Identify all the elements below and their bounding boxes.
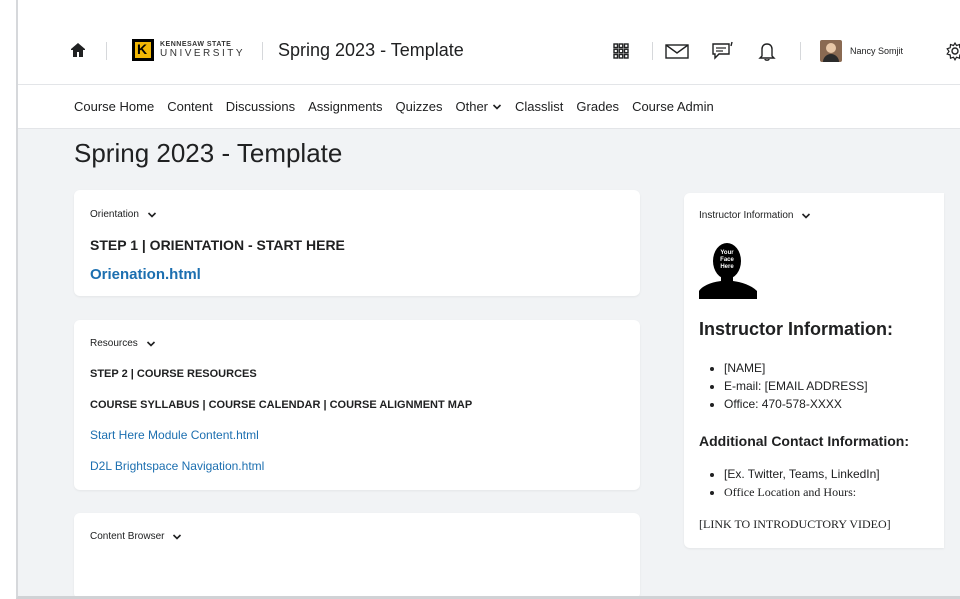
placeholder-text-2: Face <box>720 257 734 263</box>
step-heading: STEP 1 | ORIENTATION - START HERE <box>90 237 345 253</box>
chevron-down-icon <box>802 212 811 219</box>
divider <box>106 42 107 60</box>
instructor-photo-placeholder: Your Face Here <box>699 243 757 299</box>
ksu-logo-icon <box>132 39 154 61</box>
instructor-widget-header[interactable]: Instructor Information <box>699 210 811 221</box>
nav-quizzes[interactable]: Quizzes <box>396 99 443 114</box>
orientation-widget-header[interactable]: Orientation <box>90 209 157 220</box>
list-item: Office: 470-578-XXXX <box>724 397 868 411</box>
chevron-down-icon <box>147 211 156 218</box>
user-name: Nancy Somjit <box>850 46 904 56</box>
list-item: [Ex. Twitter, Teams, LinkedIn] <box>724 467 880 481</box>
nav-grades[interactable]: Grades <box>576 99 619 114</box>
content-browser-widget: Content Browser <box>74 513 640 596</box>
course-navbar: Course Home Content Discussions Assignme… <box>18 85 960 129</box>
nav-classlist[interactable]: Classlist <box>515 99 563 114</box>
instructor-widget: Instructor Information Your Face Here In… <box>684 193 944 548</box>
university-logo[interactable]: KENNESAW STATE UNIVERSITY <box>132 37 252 63</box>
nav-discussions[interactable]: Discussions <box>226 99 295 114</box>
additional-contact-list: [Ex. Twitter, Teams, LinkedIn] Office Lo… <box>724 467 880 504</box>
placeholder-text-1: Your <box>720 250 734 256</box>
list-item: [NAME] <box>724 361 868 375</box>
nav-course-home[interactable]: Course Home <box>74 99 154 114</box>
orientation-widget: Orientation STEP 1 | ORIENTATION - START… <box>74 190 640 296</box>
instructor-details-list: [NAME] E-mail: [EMAIL ADDRESS] Office: 4… <box>724 361 868 415</box>
orientation-link[interactable]: Orienation.html <box>90 266 201 283</box>
bell-icon[interactable] <box>756 40 778 62</box>
resources-widget-header[interactable]: Resources <box>90 338 156 349</box>
nav-course-admin[interactable]: Course Admin <box>632 99 714 114</box>
d2l-navigation-link[interactable]: D2L Brightspace Navigation.html <box>90 459 264 473</box>
divider <box>800 42 801 60</box>
list-item: E-mail: [EMAIL ADDRESS] <box>724 379 868 393</box>
apps-grid-icon[interactable] <box>610 40 632 62</box>
page-title: Spring 2023 - Template <box>74 138 343 168</box>
placeholder-text-3: Here <box>720 264 734 270</box>
additional-contact-title: Additional Contact Information: <box>699 433 909 449</box>
chevron-down-icon <box>173 533 182 540</box>
chevron-down-icon <box>146 340 155 347</box>
logo-line2: UNIVERSITY <box>160 48 246 59</box>
nav-other-dropdown[interactable]: Other <box>456 99 503 114</box>
start-here-link[interactable]: Start Here Module Content.html <box>90 428 259 442</box>
course-title-link[interactable]: Spring 2023 - Template <box>278 40 464 61</box>
browser-frame: KENNESAW STATE UNIVERSITY Spring 2023 - … <box>16 0 960 599</box>
widget-title: Orientation <box>90 209 139 220</box>
chat-icon[interactable] <box>710 40 736 62</box>
avatar <box>820 40 842 62</box>
home-icon[interactable] <box>68 40 88 60</box>
chevron-down-icon <box>492 103 502 110</box>
resources-subline: COURSE SYLLABUS | COURSE CALENDAR | COUR… <box>90 399 473 411</box>
resources-widget: Resources STEP 2 | COURSE RESOURCES COUR… <box>74 320 640 490</box>
divider <box>262 42 263 60</box>
widget-title: Instructor Information <box>699 210 794 221</box>
list-item: Office Location and Hours: <box>724 485 880 500</box>
intro-video-link[interactable]: [LINK TO INTRODUCTORY VIDEO] <box>699 517 891 532</box>
instructor-info-title: Instructor Information: <box>699 319 893 339</box>
widget-title: Resources <box>90 338 138 349</box>
step-heading: STEP 2 | COURSE RESOURCES <box>90 368 257 380</box>
logo-line1: KENNESAW STATE <box>160 41 232 48</box>
nav-content[interactable]: Content <box>167 99 213 114</box>
nav-assignments[interactable]: Assignments <box>308 99 382 114</box>
gear-icon[interactable] <box>944 40 960 62</box>
content-browser-header[interactable]: Content Browser <box>90 531 182 542</box>
divider <box>652 42 653 60</box>
top-header: KENNESAW STATE UNIVERSITY Spring 2023 - … <box>18 0 960 85</box>
widget-title: Content Browser <box>90 531 165 542</box>
nav-other-label: Other <box>455 99 489 114</box>
mail-icon[interactable] <box>664 40 690 62</box>
user-menu[interactable]: Nancy Somjit <box>820 40 903 62</box>
